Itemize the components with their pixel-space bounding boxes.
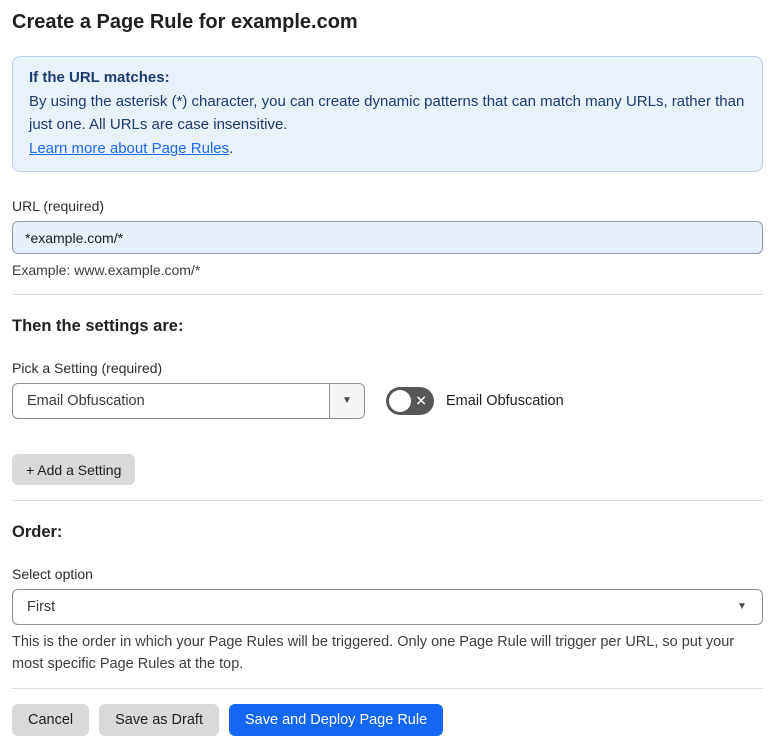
setting-select-arrow-button[interactable]: ▼ xyxy=(329,384,364,418)
cancel-button[interactable]: Cancel xyxy=(12,704,90,736)
divider xyxy=(12,688,763,689)
divider xyxy=(12,500,763,501)
order-helper-text: This is the order in which your Page Rul… xyxy=(12,634,735,672)
setting-row: Email Obfuscation ▼ ✕ Email Obfuscation xyxy=(12,383,763,419)
add-setting-button[interactable]: + Add a Setting xyxy=(12,454,136,485)
order-select-label: Select option xyxy=(12,566,93,582)
order-select[interactable]: First ▼ xyxy=(12,589,763,625)
info-box-body: By using the asterisk (*) character, you… xyxy=(29,92,745,134)
url-field-label: URL (required) xyxy=(12,198,105,214)
email-obfuscation-toggle[interactable]: ✕ xyxy=(386,387,434,415)
url-example-helper: Example: www.example.com/* xyxy=(12,262,201,278)
x-icon: ✕ xyxy=(415,392,427,409)
order-select-value: First xyxy=(27,599,56,615)
chevron-down-icon: ▼ xyxy=(737,601,747,612)
page-title: Create a Page Rule for example.com xyxy=(12,11,358,33)
info-box-heading: If the URL matches: xyxy=(29,69,170,86)
url-matches-info-box: If the URL matches: By using the asteris… xyxy=(12,56,763,172)
url-input[interactable] xyxy=(12,221,763,254)
order-section-heading: Order: xyxy=(12,523,63,541)
learn-more-link[interactable]: Learn more about Page Rules xyxy=(29,140,229,157)
toggle-label: Email Obfuscation xyxy=(446,393,564,409)
order-select-arrow: ▼ xyxy=(722,590,762,624)
info-box-link-line: Learn more about Page Rules. xyxy=(29,137,746,161)
toggle-knob xyxy=(389,390,411,412)
page-rule-form: Create a Page Rule for example.com If th… xyxy=(0,0,775,750)
setting-select-value: Email Obfuscation xyxy=(27,393,145,409)
setting-select[interactable]: Email Obfuscation ▼ xyxy=(12,383,365,419)
pick-setting-label: Pick a Setting (required) xyxy=(12,360,163,376)
link-suffix: . xyxy=(229,139,234,157)
chevron-down-icon: ▼ xyxy=(342,395,352,406)
save-and-deploy-button[interactable]: Save and Deploy Page Rule xyxy=(228,704,444,736)
divider xyxy=(12,294,763,295)
save-as-draft-button[interactable]: Save as Draft xyxy=(99,704,219,736)
settings-section-heading: Then the settings are: xyxy=(12,317,184,335)
footer-actions: Cancel Save as Draft Save and Deploy Pag… xyxy=(12,704,763,736)
